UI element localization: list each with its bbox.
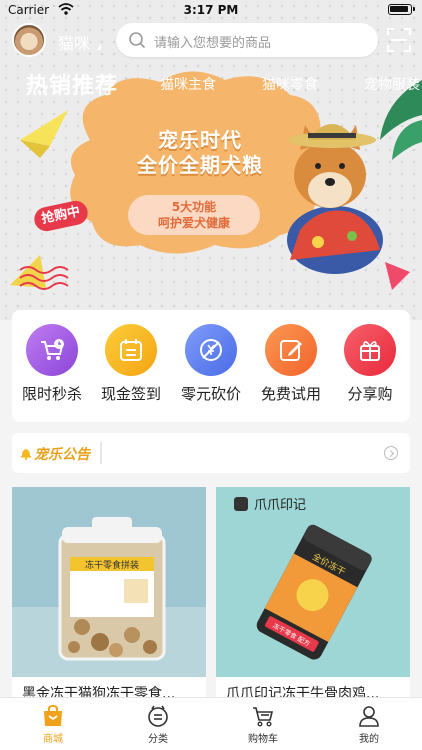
brand-logo: 爪爪印记: [254, 498, 306, 513]
product-name: 爪爪印记冻干牛骨肉鸡...: [226, 686, 380, 697]
tab-cat-snacks[interactable]: 猫咪零食: [262, 74, 318, 94]
tabbar-label: 我的: [359, 734, 379, 745]
search-bar[interactable]: 请输入您想要的商品: [116, 23, 378, 57]
cart-icon: [253, 707, 274, 727]
tabbar-label: 购物车: [248, 734, 278, 745]
notice-bar[interactable]: 宠乐公告: [12, 433, 410, 473]
menu-zero-bargain[interactable]: 零元砍价: [171, 324, 251, 404]
product-name: 黑金冻干猫狗冻干零食...: [22, 686, 176, 697]
bell-icon: [21, 449, 31, 460]
notice-title: 宠乐公告: [34, 447, 90, 463]
gift-icon: [344, 324, 396, 376]
avatar[interactable]: [12, 23, 46, 57]
promo-title: 宠乐时代 全价全期犬粮: [137, 128, 263, 177]
menu-cash-checkin[interactable]: 现金签到: [91, 324, 171, 404]
jar-label: 冻干零食拼装: [85, 559, 139, 571]
menu-flash-sale[interactable]: 限时秒杀: [12, 324, 92, 404]
battery-icon: [388, 4, 415, 15]
slash-tag-icon: [185, 324, 237, 376]
tabbar-mine[interactable]: 我的: [334, 704, 404, 745]
promo-status-tag: 抢购中: [32, 198, 90, 234]
promo-banner[interactable]: 宠乐时代 全价全期犬粮 5大功能 呵护爱犬健康 抢购中: [0, 95, 422, 315]
tabbar-label: 分类: [148, 734, 168, 745]
menu-label: 免费试用: [260, 385, 321, 403]
tabbar-label: 商城: [43, 734, 63, 745]
hero-banner-area: Carrier 3:17 PM 猫咪 请输入您想要的商品 热销推荐 猫咪主食 猫…: [0, 0, 422, 320]
promo-subtitle-pill: 5大功能 呵护爱犬健康: [128, 195, 260, 235]
status-bar: Carrier 3:17 PM: [0, 0, 422, 20]
product-image: 爪爪印记 全价冻干 冻干零食 配方: [216, 487, 410, 677]
caret-down-icon: [97, 44, 101, 50]
product-image: 冻干零食拼装: [12, 487, 206, 677]
notice-divider: [100, 442, 102, 464]
chevron-right-icon[interactable]: [384, 446, 398, 460]
menu-label: 现金签到: [100, 385, 161, 403]
quick-menu: 限时秒杀 现金签到 零元砍价 免费试用 分享购: [12, 310, 410, 422]
search-placeholder: 请输入您想要的商品: [154, 36, 272, 51]
tabbar-category[interactable]: 分类: [123, 704, 193, 745]
menu-label: 零元砍价: [180, 385, 241, 403]
tab-pet-clothes[interactable]: 宠物服装: [364, 74, 420, 94]
tabbar-shop[interactable]: 商城: [18, 704, 88, 745]
cart-clock-icon: [26, 324, 78, 376]
menu-share-buy[interactable]: 分享购: [330, 324, 410, 404]
scan-icon[interactable]: [387, 28, 411, 52]
tabbar-cart[interactable]: 购物车: [228, 704, 298, 745]
menu-label: 限时秒杀: [21, 385, 82, 403]
bottom-tab-bar: 商城 分类 购物车 我的: [0, 697, 422, 750]
menu-free-trial[interactable]: 免费试用: [251, 324, 331, 404]
tab-cat-food[interactable]: 猫咪主食: [160, 74, 216, 94]
shop-bag-icon: [44, 704, 62, 726]
category-face-icon: [148, 705, 168, 727]
person-icon: [359, 706, 379, 727]
product-card[interactable]: 爪爪印记 全价冻干 冻干零食 配方 爪爪印记冻干牛骨肉鸡...: [216, 487, 410, 697]
menu-label: 分享购: [347, 385, 393, 403]
clock: 3:17 PM: [183, 3, 239, 17]
search-icon: [129, 32, 146, 49]
username-selector[interactable]: 猫咪: [58, 30, 90, 54]
product-card[interactable]: 冻干零食拼装 黑金冻干猫狗冻干零食...: [12, 487, 206, 697]
calendar-icon: [105, 324, 157, 376]
edit-icon: [265, 324, 317, 376]
